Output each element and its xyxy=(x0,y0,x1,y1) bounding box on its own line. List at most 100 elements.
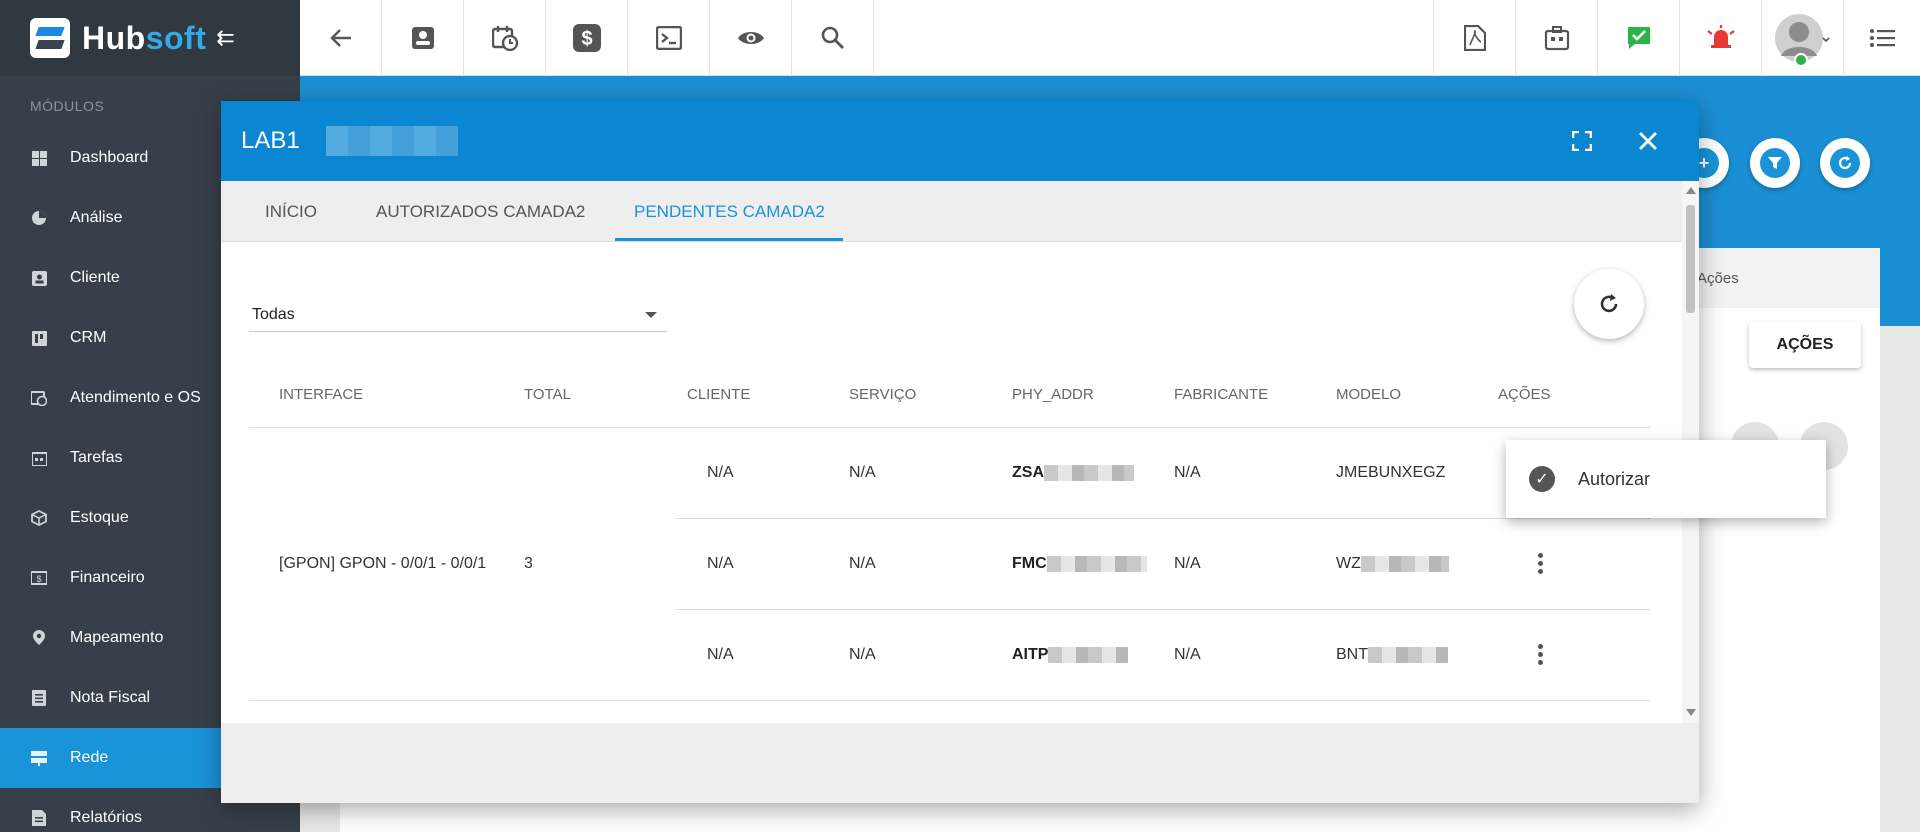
modelo-prefix: WZ xyxy=(1336,555,1361,572)
fullscreen-button[interactable] xyxy=(1562,101,1602,181)
tab-autorizados-camada2[interactable]: AUTORIZADOS CAMADA2 xyxy=(376,181,585,242)
column-header-acoes: AÇÕES xyxy=(1498,386,1551,403)
status-filter-select[interactable]: Todas xyxy=(249,298,667,332)
search-button[interactable] xyxy=(792,0,874,76)
list-menu-button[interactable] xyxy=(1843,0,1920,76)
refresh-icon xyxy=(1830,148,1860,178)
collapse-sidebar-icon[interactable]: ⇇ xyxy=(216,25,234,51)
modal-footer xyxy=(221,723,1699,803)
kanban-icon xyxy=(30,329,48,347)
modelo-cell: WZ xyxy=(1336,555,1449,573)
refresh-table-button[interactable] xyxy=(1574,269,1644,339)
map-pin-icon xyxy=(30,629,48,647)
sidebar-item-label: Nota Fiscal xyxy=(70,689,151,706)
column-header-servico: SERVIÇO xyxy=(849,386,917,403)
schedule-button[interactable] xyxy=(464,0,546,76)
document-icon xyxy=(30,689,48,707)
table-bottom-divider xyxy=(249,700,1651,701)
column-header-phy-addr: PHY_ADDR xyxy=(1012,386,1094,403)
reload-button[interactable] xyxy=(1820,138,1870,188)
store-button[interactable] xyxy=(1515,0,1597,76)
fabricante-cell: N/A xyxy=(1174,555,1201,572)
column-header-interface: INTERFACE xyxy=(279,386,364,403)
redacted-modelo xyxy=(1368,646,1448,663)
tab-inicio[interactable]: INÍCIO xyxy=(265,181,317,242)
hubsoft-logo-icon xyxy=(30,18,70,58)
money-icon: $ xyxy=(30,569,48,587)
fabricante-cell: N/A xyxy=(1174,646,1201,663)
cliente-cell: N/A xyxy=(707,646,734,663)
sidebar-item-label: Dashboard xyxy=(70,149,149,166)
user-menu-button[interactable] xyxy=(1761,0,1843,76)
pdf-file-icon xyxy=(1463,25,1486,51)
app-name-part1: Hub xyxy=(82,19,146,56)
column-header-fabricante: FABRICANTE xyxy=(1174,386,1269,403)
fabricante-cell: N/A xyxy=(1174,464,1201,481)
table-header-divider xyxy=(249,427,1651,428)
chevron-down-icon xyxy=(645,312,657,318)
cliente-cell: N/A xyxy=(707,464,734,481)
scroll-up-arrow-icon[interactable] xyxy=(1686,187,1696,194)
tab-pendentes-camada2[interactable]: PENDENTES CAMADA2 xyxy=(634,181,825,242)
tasks-done-button[interactable] xyxy=(1597,0,1679,76)
redacted-phy-addr xyxy=(1048,646,1129,663)
row-divider xyxy=(676,609,1651,610)
refresh-icon xyxy=(1600,294,1618,313)
row-actions-menu-button[interactable] xyxy=(1530,548,1550,578)
svg-text:$: $ xyxy=(36,574,41,584)
dashboard-icon xyxy=(30,149,48,167)
view-button[interactable] xyxy=(710,0,792,76)
sidebar-item-label: Rede xyxy=(70,749,109,766)
pdf-button[interactable] xyxy=(1433,0,1515,76)
terminal-button[interactable] xyxy=(628,0,710,76)
pie-chart-icon xyxy=(30,209,48,227)
acoes-button[interactable]: AÇÕES xyxy=(1749,322,1861,368)
sidebar-item-label: Mapeamento xyxy=(70,629,164,646)
row-actions-menu-button[interactable] xyxy=(1530,639,1550,669)
modelo-prefix: BNT xyxy=(1336,646,1368,663)
active-tab-indicator xyxy=(615,238,843,241)
filter-icon xyxy=(1760,148,1790,178)
modelo-cell: JMEBUNXEGZ xyxy=(1336,464,1446,481)
alarm-button[interactable] xyxy=(1679,0,1761,76)
modal-title: LAB1 xyxy=(241,127,300,154)
back-button[interactable] xyxy=(300,0,382,76)
servico-cell: N/A xyxy=(849,646,876,663)
column-header-modelo: MODELO xyxy=(1336,386,1402,403)
terminal-icon xyxy=(655,26,682,50)
modelo-cell: BNT xyxy=(1336,646,1448,664)
sidebar-item-label: CRM xyxy=(70,329,107,346)
client-button[interactable] xyxy=(382,0,464,76)
sidebar-item-label: Cliente xyxy=(70,269,120,286)
redacted-modelo xyxy=(1360,555,1449,572)
report-icon xyxy=(30,809,48,827)
list-icon xyxy=(1870,29,1895,47)
sidebar-item-label: Análise xyxy=(70,209,123,226)
box-icon xyxy=(30,509,48,527)
calendar-clock-icon xyxy=(491,26,518,51)
check-circle-icon: ✓ xyxy=(1529,466,1555,492)
contact-card-icon xyxy=(30,269,48,287)
servico-cell: N/A xyxy=(849,555,876,572)
servico-cell: N/A xyxy=(849,464,876,481)
dollar-icon: $ xyxy=(572,24,601,52)
finance-button[interactable]: $ xyxy=(546,0,628,76)
app-logo-text: Hubsoft xyxy=(82,20,206,57)
row-actions-popup-menu: ✓ Autorizar xyxy=(1506,440,1826,518)
arrow-left-icon xyxy=(329,29,351,47)
calendar-icon xyxy=(30,449,48,467)
eye-icon xyxy=(737,32,764,44)
close-modal-button[interactable] xyxy=(1628,101,1668,181)
filter-button[interactable] xyxy=(1750,138,1800,188)
logo-bar: Hubsoft ⇇ xyxy=(0,0,300,76)
scrollbar-thumb[interactable] xyxy=(1686,205,1695,313)
phy-addr-cell: ZSA xyxy=(1012,464,1134,482)
cliente-cell: N/A xyxy=(707,555,734,572)
top-toolbar: $ xyxy=(300,0,1920,76)
scroll-down-arrow-icon[interactable] xyxy=(1686,709,1696,716)
check-message-icon xyxy=(1627,27,1650,49)
menu-item-autorizar[interactable]: ✓ Autorizar xyxy=(1529,466,1650,492)
calendar-clock-icon xyxy=(30,389,48,407)
app-name-part2: soft xyxy=(145,19,207,56)
sidebar-item-label: Tarefas xyxy=(70,449,123,466)
